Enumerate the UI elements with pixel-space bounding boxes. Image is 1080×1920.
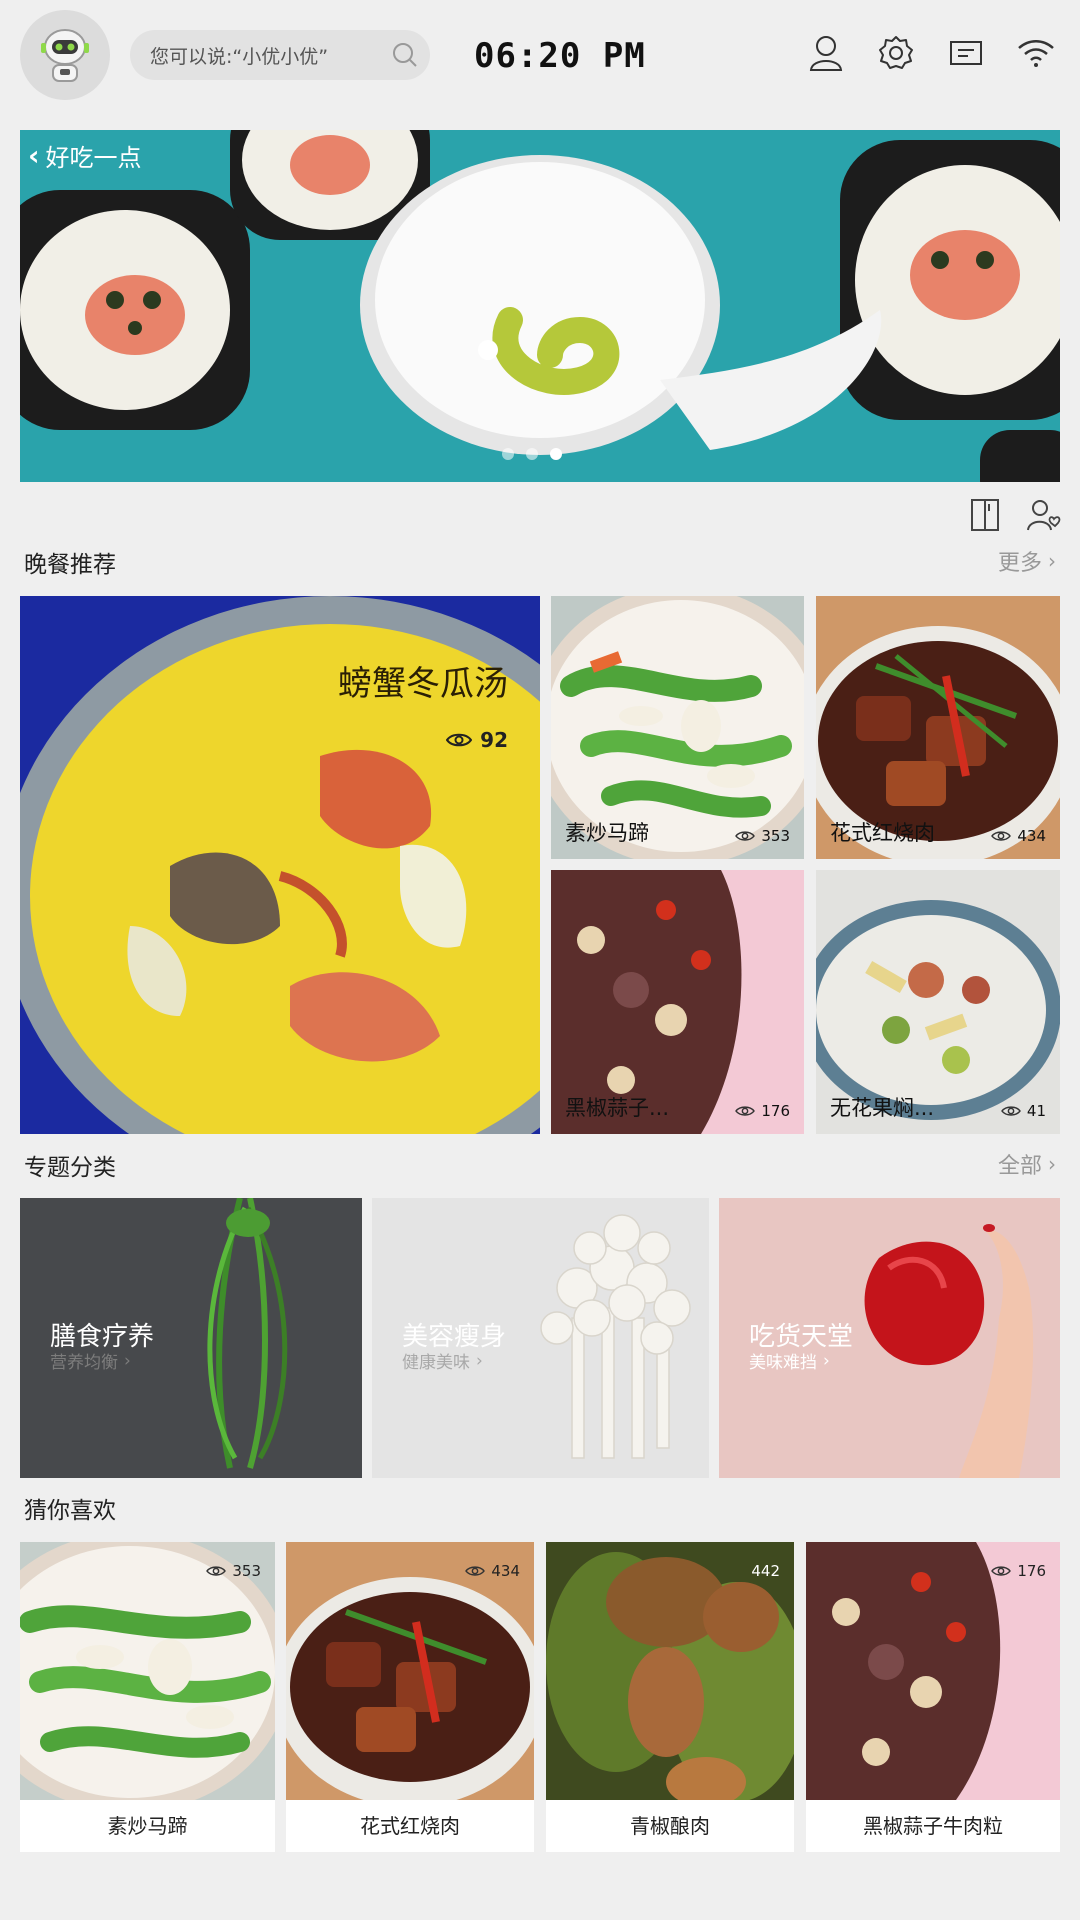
topics-section-title: 专题分类 — [24, 1155, 116, 1181]
recipe-views: 176 — [735, 1102, 790, 1120]
eye-icon — [206, 1566, 227, 1576]
settings-icon[interactable] — [873, 30, 919, 76]
recipe-views: 353 — [735, 827, 790, 845]
clock-time: 06:20 PM — [474, 36, 646, 76]
topic-subtitle-label: 健康美味 — [402, 1353, 470, 1373]
guess-recipe-image — [546, 1542, 794, 1800]
guess-recipe-card[interactable]: 353 素炒马蹄 — [20, 1542, 275, 1852]
banner-dot[interactable] — [526, 448, 538, 460]
search-placeholder: 您可以说:“小优小优” — [150, 45, 329, 68]
featured-views: 92 — [446, 728, 508, 752]
topic-subtitle-label: 营养均衡 — [50, 1353, 118, 1373]
guess-recipe-views: 353 — [206, 1562, 261, 1580]
featured-recipe-card[interactable]: 螃蟹冬瓜汤 92 — [20, 596, 540, 1134]
recipe-name: 素炒马蹄 — [565, 821, 649, 845]
chevron-right-icon: › — [1048, 1152, 1056, 1176]
guess-recipe-views-count: 434 — [491, 1562, 520, 1580]
chevron-right-icon: › — [124, 1350, 131, 1371]
chevron-right-icon: › — [1048, 549, 1056, 573]
topic-subtitle: 健康美味 › — [402, 1348, 483, 1374]
hero-banner[interactable]: ‹ 好吃一点 — [20, 130, 1060, 482]
topic-card-beauty-slim[interactable]: 美容瘦身 健康美味 › — [372, 1198, 709, 1478]
dinner-section-title: 晚餐推荐 — [24, 552, 116, 578]
eye-icon — [446, 733, 473, 747]
guess-recipe-name: 青椒酿肉 — [546, 1800, 794, 1852]
guess-recipe-views: 442 — [751, 1562, 780, 1580]
guess-recipe-name: 黑椒蒜子牛肉粒 — [806, 1800, 1060, 1852]
eye-icon — [991, 1566, 1012, 1576]
banner-back-button[interactable]: ‹ 好吃一点 — [28, 138, 142, 173]
user-favorite-icon[interactable] — [1026, 498, 1062, 532]
recipe-card[interactable]: 黑椒蒜子... 176 — [551, 870, 804, 1134]
topic-subtitle-label: 美味难挡 — [749, 1353, 817, 1373]
guess-section-title: 猜你喜欢 — [24, 1498, 116, 1524]
eye-icon — [465, 1566, 486, 1576]
chevron-right-icon: › — [823, 1350, 830, 1371]
featured-recipe-name: 螃蟹冬瓜汤 — [338, 664, 508, 704]
topic-subtitle: 营养均衡 › — [50, 1348, 131, 1374]
chevron-right-icon: › — [476, 1350, 483, 1371]
banner-pagination — [502, 448, 562, 460]
eye-icon — [1000, 1106, 1021, 1116]
recipe-card[interactable]: 花式红烧肉 434 — [816, 596, 1060, 859]
guess-recipe-views-count: 442 — [751, 1562, 780, 1580]
eye-icon — [735, 831, 756, 841]
fridge-icon[interactable] — [968, 498, 1002, 532]
recipe-views-count: 353 — [761, 827, 790, 845]
topic-card-diet-therapy[interactable]: 膳食疗养 营养均衡 › — [20, 1198, 362, 1478]
recipe-card[interactable]: 素炒马蹄 353 — [551, 596, 804, 859]
robot-avatar-icon — [41, 29, 89, 82]
dinner-more-link[interactable]: 更多 › — [998, 545, 1056, 577]
wifi-icon[interactable] — [1013, 30, 1059, 76]
banner-food-image — [20, 130, 1060, 482]
recipe-name: 花式红烧肉 — [830, 821, 935, 845]
guess-recipe-views-count: 353 — [232, 1562, 261, 1580]
topic-card-foodie-heaven[interactable]: 吃货天堂 美味难挡 › — [719, 1198, 1060, 1478]
recipe-views-count: 434 — [1017, 827, 1046, 845]
topics-all-label: 全部 — [997, 1154, 1042, 1179]
user-icon[interactable] — [803, 30, 849, 76]
guess-recipe-card[interactable]: 442 青椒酿肉 — [546, 1542, 794, 1852]
topics-all-link[interactable]: 全部 › — [998, 1148, 1056, 1180]
guess-recipe-name: 素炒马蹄 — [20, 1800, 275, 1852]
back-chevron-icon: ‹ — [28, 139, 40, 172]
featured-views-count: 92 — [480, 728, 508, 752]
recipe-views-count: 41 — [1026, 1102, 1046, 1120]
banner-dot[interactable] — [502, 448, 514, 460]
voice-search-bar[interactable]: 您可以说:“小优小优” — [130, 30, 430, 80]
message-icon[interactable] — [943, 30, 989, 76]
guess-recipe-image — [20, 1542, 275, 1800]
eye-icon — [991, 831, 1012, 841]
guess-recipe-views: 434 — [465, 1562, 520, 1580]
recipe-name: 无花果焖... — [830, 1096, 935, 1120]
guess-recipe-image — [286, 1542, 534, 1800]
search-icon[interactable] — [380, 41, 430, 69]
guess-recipe-name: 花式红烧肉 — [286, 1800, 534, 1852]
recipe-name: 黑椒蒜子... — [565, 1096, 670, 1120]
guess-recipe-views: 176 — [991, 1562, 1046, 1580]
guess-recipe-views-count: 176 — [1017, 1562, 1046, 1580]
eye-icon — [735, 1106, 756, 1116]
recipe-views: 434 — [991, 827, 1046, 845]
banner-back-label: 好吃一点 — [45, 144, 142, 172]
guess-recipe-image — [806, 1542, 1060, 1800]
guess-recipe-card[interactable]: 176 黑椒蒜子牛肉粒 — [806, 1542, 1060, 1852]
recipe-views: 41 — [1000, 1102, 1046, 1120]
banner-dot-active[interactable] — [550, 448, 562, 460]
guess-recipe-card[interactable]: 434 花式红烧肉 — [286, 1542, 534, 1852]
recipe-views-count: 176 — [761, 1102, 790, 1120]
dinner-more-label: 更多 — [997, 551, 1042, 576]
robot-avatar[interactable] — [20, 10, 110, 100]
recipe-card[interactable]: 无花果焖... 41 — [816, 870, 1060, 1134]
topic-subtitle: 美味难挡 › — [749, 1348, 830, 1374]
